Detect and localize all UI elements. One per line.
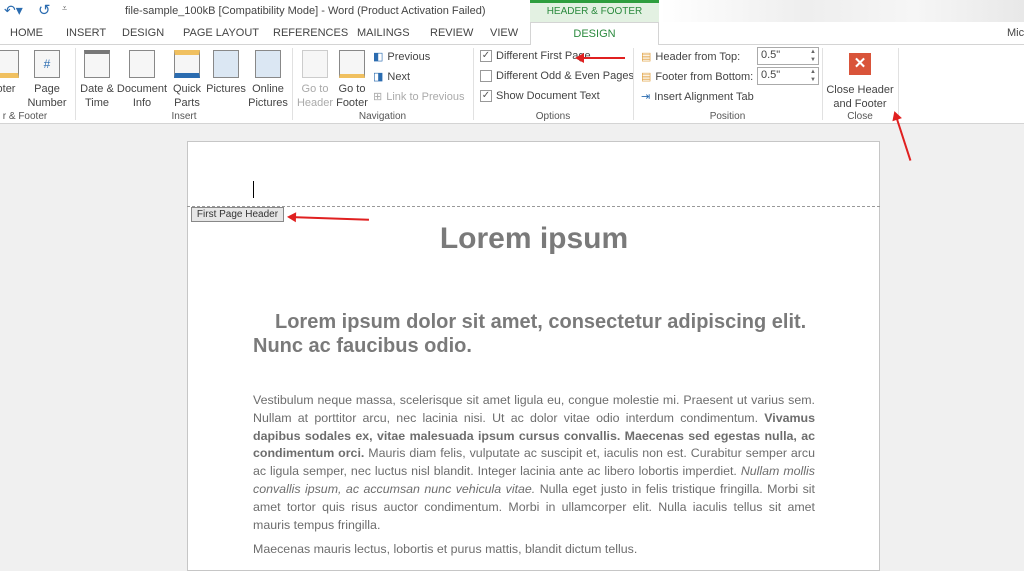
next-icon: ◨ <box>373 71 384 83</box>
footer-position-icon: ▤ <box>641 71 652 83</box>
tab-mailings[interactable]: MAILINGS <box>357 27 410 39</box>
checkbox-checked-icon: ✓ <box>480 50 492 62</box>
tab-insert[interactable]: INSERT <box>66 27 106 39</box>
divider <box>633 48 634 120</box>
body-paragraph: Vestibulum neque massa, scelerisque sit … <box>253 393 816 532</box>
group-label-hf: r & Footer <box>2 111 48 122</box>
footer-from-bottom-spinner[interactable]: 0.5" ▲ ▼ <box>757 67 819 85</box>
divider <box>292 48 293 120</box>
next-button[interactable]: ◨ Next <box>373 70 410 84</box>
close-x-icon: ✕ <box>849 53 871 75</box>
redo-icon[interactable]: ↺ <box>38 1 51 19</box>
group-label-close: Close <box>847 111 873 122</box>
different-first-page-checkbox[interactable]: ✓ Different First Page <box>480 50 591 62</box>
divider <box>473 48 474 120</box>
pictures-button[interactable]: Pictures <box>206 50 246 96</box>
account-name[interactable]: Mic <box>1007 27 1024 39</box>
document-info-icon <box>129 50 155 78</box>
footer-icon <box>0 50 19 78</box>
close-header-footer-button[interactable]: ✕ Close Header and Footer <box>826 50 894 111</box>
pictures-icon <box>213 50 239 78</box>
go-to-header-button[interactable]: Go to Header <box>296 50 334 110</box>
footer-from-bottom-label: ▤ Footer from Bottom: <box>641 70 754 84</box>
first-page-header-tag: First Page Header <box>191 207 284 222</box>
page-number-icon: # <box>34 50 60 78</box>
undo-icon[interactable]: ↶▾ <box>4 2 23 19</box>
annotation-arrow <box>575 53 625 63</box>
header-from-top-spinner[interactable]: 0.5" ▲ ▼ <box>757 47 819 65</box>
page-number-button[interactable]: # Page Number <box>24 50 70 110</box>
link-to-previous-button[interactable]: ⊞ Link to Previous <box>373 90 464 104</box>
footer-button[interactable]: oter <box>0 50 20 96</box>
quick-parts-button[interactable]: Quick Parts <box>170 50 204 110</box>
calendar-clock-icon <box>84 50 110 78</box>
group-label-insert: Insert <box>171 111 197 122</box>
body-paragraph-2: Maecenas mauris lectus, lobortis et puru… <box>253 542 638 556</box>
different-odd-even-checkbox[interactable]: Different Odd & Even Pages <box>480 70 634 82</box>
document-title: Lorem ipsum <box>439 222 629 255</box>
document-subtitle: Lorem ipsum dolor sit amet, consectetur … <box>253 311 807 357</box>
header-position-icon: ▤ <box>641 51 652 63</box>
checkbox-checked-icon: ✓ <box>480 90 492 102</box>
tab-references[interactable]: REFERENCES <box>273 27 348 39</box>
document-info-button[interactable]: Document Info <box>116 50 168 110</box>
tab-review[interactable]: REVIEW <box>430 27 473 39</box>
quick-parts-icon <box>174 50 200 78</box>
go-to-footer-button[interactable]: Go to Footer <box>335 50 369 110</box>
alignment-tab-icon: ⇥ <box>641 91 651 103</box>
tab-page-layout[interactable]: PAGE LAYOUT <box>183 27 259 39</box>
spinner-arrows-icon[interactable]: ▲ ▼ <box>810 48 816 64</box>
online-pictures-button[interactable]: Online Pictures <box>247 50 289 110</box>
previous-icon: ◧ <box>373 51 384 63</box>
insert-alignment-tab-button[interactable]: ⇥ Insert Alignment Tab <box>641 90 754 104</box>
show-document-text-checkbox[interactable]: ✓ Show Document Text <box>480 90 600 102</box>
group-label-navigation: Navigation <box>358 111 407 122</box>
divider <box>822 48 823 120</box>
group-label-options: Options <box>535 111 571 122</box>
link-icon: ⊞ <box>373 91 383 103</box>
group-label-position: Position <box>709 111 746 122</box>
spinner-arrows-icon[interactable]: ▲ ▼ <box>810 68 816 84</box>
date-time-button[interactable]: Date & Time <box>79 50 115 110</box>
divider <box>75 48 76 120</box>
tab-hf-design[interactable]: DESIGN <box>530 22 659 45</box>
go-to-footer-icon <box>339 50 365 78</box>
tab-home[interactable]: HOME <box>10 27 43 39</box>
previous-button[interactable]: ◧ Previous <box>373 50 430 64</box>
online-pictures-icon <box>255 50 281 78</box>
title-bar: ↶▾ ↺ ⩡ file-sample_100kB [Compatibility … <box>0 0 1024 44</box>
window-title: file-sample_100kB [Compatibility Mode] -… <box>125 5 486 17</box>
header-footer-tools-label: HEADER & FOOTER TOOLS <box>530 0 659 35</box>
customize-qat-icon[interactable]: ⩡ <box>62 3 67 14</box>
text-cursor <box>253 181 254 198</box>
header-boundary <box>187 206 880 207</box>
tab-view[interactable]: VIEW <box>490 27 518 39</box>
checkbox-unchecked-icon <box>480 70 492 82</box>
header-from-top-label: ▤ Header from Top: <box>641 50 741 64</box>
tab-design[interactable]: DESIGN <box>122 27 164 39</box>
go-to-header-icon <box>302 50 328 78</box>
